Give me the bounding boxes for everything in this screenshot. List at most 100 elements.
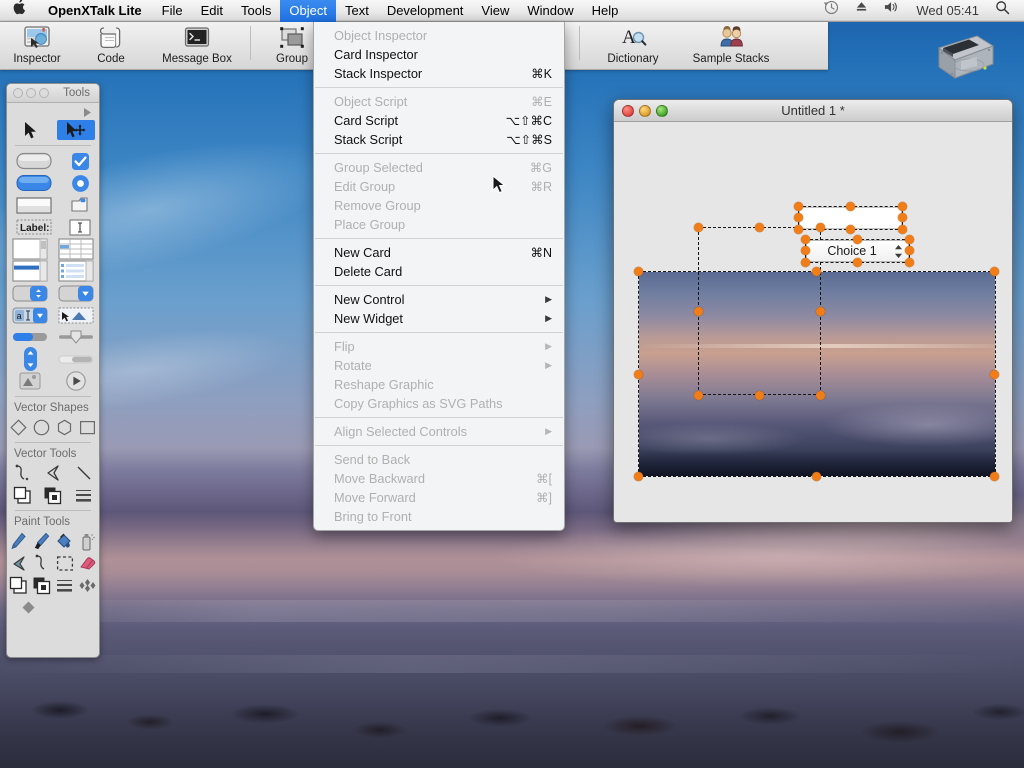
selection-handle[interactable] [694,223,703,232]
selection-handle[interactable] [990,472,999,481]
selection-handle[interactable] [755,391,764,400]
menu-item-remove-group[interactable]: Remove Group [314,196,564,215]
edit-pointer-tool[interactable] [57,120,95,140]
search-icon[interactable] [987,0,1018,22]
toolbar-button-message-box[interactable]: Message Box [148,22,246,70]
menu-tools[interactable]: Tools [232,0,280,22]
toolbar-button-sample-stacks[interactable]: Sample Stacks [682,22,780,70]
checkbox-tool[interactable] [69,151,91,171]
paint-bucket-tool[interactable] [54,531,76,551]
line-color-tool[interactable] [42,485,64,505]
select-marquee-tool[interactable] [54,553,76,573]
paint-curve-tool[interactable] [31,553,53,573]
menu-item-stack-inspector[interactable]: Stack Inspector ⌘K [314,64,564,83]
selection-handle[interactable] [853,258,862,267]
menu-item-stack-script[interactable]: Stack Script ⌥⇧⌘S [314,130,564,149]
hard-drive-icon[interactable] [930,28,996,92]
scrollbar-tool[interactable] [57,349,95,369]
clock-history-icon[interactable] [816,0,847,22]
menu-window[interactable]: Window [518,0,582,22]
menu-item-rotate[interactable]: Rotate ▶ [314,356,564,375]
menu-item-group-selected[interactable]: Group Selected ⌘G [314,158,564,177]
selection-handle[interactable] [812,267,821,276]
paint-shape-tool[interactable] [17,597,39,617]
list-field-tool[interactable] [11,260,49,282]
rounded-button-tool[interactable] [15,151,53,171]
polygon-shape-tool[interactable] [54,417,76,437]
push-button-tool[interactable] [15,173,53,193]
toolbar-button-inspector[interactable]: Inspector [0,22,74,70]
player-tool[interactable] [11,371,49,391]
selection-handle[interactable] [905,235,914,244]
stepper-tool[interactable] [11,283,49,303]
selection-handle[interactable] [694,391,703,400]
selection-handle[interactable] [634,267,643,276]
selection-handle[interactable] [755,223,764,232]
spinner-tool[interactable] [11,347,49,371]
selection-handle[interactable] [853,235,862,244]
line-width-tool[interactable] [73,485,95,505]
selection-handle[interactable] [905,258,914,267]
menu-item-reshape-graphic[interactable]: Reshape Graphic [314,375,564,394]
fill-color-tool[interactable] [11,485,33,505]
menu-text[interactable]: Text [336,0,378,22]
spray-can-tool[interactable] [77,531,99,551]
selection-handle[interactable] [846,202,855,211]
menu-item-delete-card[interactable]: Delete Card [314,262,564,281]
selection-handle[interactable] [794,213,803,222]
video-player-tool[interactable] [57,371,95,391]
curve-pen-tool[interactable] [11,463,33,483]
selection-handle[interactable] [898,225,907,234]
menu-item-place-group[interactable]: Place Group [314,215,564,234]
selection-handle[interactable] [816,223,825,232]
selection-handle[interactable] [816,307,825,316]
selection-handle[interactable] [794,225,803,234]
menu-item-card-inspector[interactable]: Card Inspector [314,45,564,64]
menu-item-send-to-back[interactable]: Send to Back [314,450,564,469]
menu-edit[interactable]: Edit [192,0,232,22]
speaker-volume-icon[interactable] [876,0,908,22]
selection-handle[interactable] [990,267,999,276]
menu-item-new-widget[interactable]: New Widget ▶ [314,309,564,328]
pencil-tool[interactable] [8,531,30,551]
selection-handle[interactable] [801,235,810,244]
disclosure-triangle-icon[interactable] [7,103,99,119]
menu-development[interactable]: Development [378,0,473,22]
selection-handle[interactable] [801,258,810,267]
label-field-tool[interactable]: Label: [15,217,53,237]
progress-bar-tool[interactable] [11,327,49,347]
option-menu-tool[interactable] [57,283,95,303]
selection-handle[interactable] [794,202,803,211]
menu-item-new-control[interactable]: New Control ▶ [314,290,564,309]
menu-item-move-forward[interactable]: Move Forward ⌘] [314,488,564,507]
menu-item-move-backward[interactable]: Move Backward ⌘[ [314,469,564,488]
paint-line-width-tool[interactable] [54,575,76,595]
paint-fill-color-tool[interactable] [8,575,30,595]
browse-pointer-tool[interactable] [11,120,49,140]
selection-handle[interactable] [905,246,914,255]
circle-shape-tool[interactable] [31,417,53,437]
rectangle-button-tool[interactable] [15,195,53,215]
tools-palette-titlebar[interactable]: Tools [7,84,99,103]
menu-item-align-selected-controls[interactable]: Align Selected Controls ▶ [314,422,564,441]
stack-card-canvas[interactable]: Choice 1 [614,122,1012,522]
selection-handle[interactable] [801,246,810,255]
square-shape-tool[interactable] [77,417,99,437]
diamond-shape-tool[interactable] [8,417,30,437]
radio-button-tool[interactable] [69,173,91,193]
menu-item-bring-to-front[interactable]: Bring to Front [314,507,564,526]
toolbar-button-code[interactable]: Code [74,22,148,70]
toolbar-button-dictionary[interactable]: A Dictionary [584,22,682,70]
eject-icon[interactable] [847,0,876,22]
text-field-tool[interactable] [69,217,91,237]
selection-handle[interactable] [812,472,821,481]
apple-logo-icon[interactable] [0,0,37,21]
selection-handle[interactable] [990,370,999,379]
menu-item-new-card[interactable]: New Card ⌘N [314,243,564,262]
menu-item-card-script[interactable]: Card Script ⌥⇧⌘C [314,111,564,130]
paint-polygon-tool[interactable] [8,553,30,573]
selection-handle[interactable] [816,391,825,400]
menu-item-edit-group[interactable]: Edit Group ⌘R [314,177,564,196]
menu-item-copy-graphics-as-svg-paths[interactable]: Copy Graphics as SVG Paths [314,394,564,413]
menu-item-object-inspector[interactable]: Object Inspector [314,26,564,45]
